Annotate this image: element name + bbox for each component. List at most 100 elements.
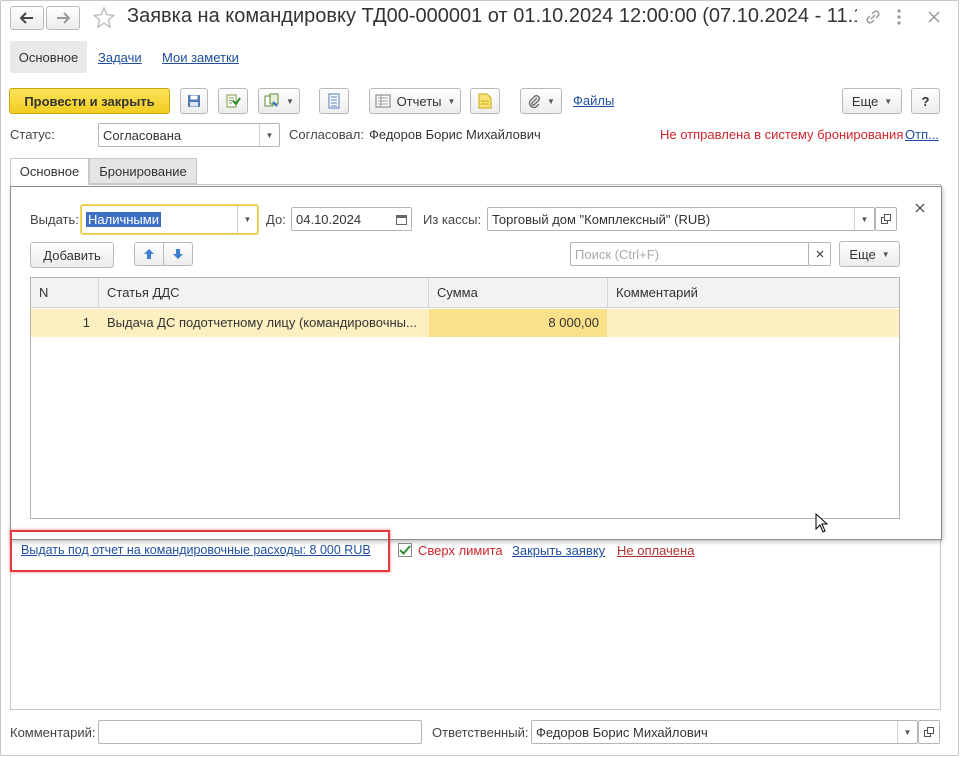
booking-send-link[interactable]: Отп... (905, 127, 939, 142)
add-row-label: Добавить (43, 247, 101, 263)
list-icon (328, 93, 340, 109)
paperclip-icon (528, 95, 540, 108)
issue-method-value: Наличными (86, 212, 161, 227)
booking-warning: Не отправлена в систему бронирования (660, 127, 904, 142)
star-icon[interactable] (92, 6, 116, 30)
files-link[interactable]: Файлы (573, 93, 614, 108)
chevron-down-icon[interactable]: ▼ (237, 206, 257, 233)
cell-sum: 8 000,00 (548, 315, 599, 330)
responsible-label: Ответственный: (432, 725, 529, 740)
save-button[interactable] (180, 88, 208, 114)
arrow-left-icon (20, 12, 33, 24)
over-limit-checkbox[interactable] (398, 543, 412, 557)
post-document-icon (226, 94, 241, 108)
notes-button[interactable] (470, 88, 500, 114)
table-more-label: Еще (849, 246, 876, 262)
move-down-button[interactable] (163, 242, 193, 266)
chevron-down-icon: ▼ (447, 96, 456, 106)
comment-input[interactable] (98, 720, 422, 744)
over-limit-label: Сверх лимита (418, 543, 503, 558)
inner-tab-main-label: Основное (19, 164, 80, 179)
close-request-link[interactable]: Закрыть заявку (512, 543, 605, 558)
attach-button[interactable]: ▼ (520, 88, 562, 114)
more-vertical-icon[interactable] (896, 8, 902, 26)
issue-advance-link[interactable]: Выдать под отчет на командировочные расх… (21, 543, 371, 557)
approved-value: Федоров Борис Михайлович (369, 127, 541, 142)
post-button[interactable] (218, 88, 248, 114)
mouse-cursor-icon (815, 513, 829, 533)
close-icon[interactable] (928, 11, 940, 23)
arrow-up-icon (144, 249, 154, 259)
reports-label: Отчеты (396, 93, 442, 109)
calendar-icon[interactable] (391, 208, 411, 230)
forward-button[interactable] (46, 6, 80, 30)
search-input[interactable]: Поиск (Ctrl+F) (570, 242, 809, 266)
chevron-down-icon[interactable]: ▼ (854, 208, 874, 230)
cell-article: Выдача ДС подотчетному лицу (командирово… (107, 315, 417, 330)
responsible-value: Федоров Борис Михайлович (536, 724, 708, 740)
col-header-comment[interactable]: Комментарий (616, 285, 698, 300)
until-label: До: (266, 212, 286, 227)
status-select[interactable]: Согласована ▼ (98, 123, 280, 147)
post-and-close-button[interactable]: Провести и закрыть (9, 88, 170, 114)
post-and-close-label: Провести и закрыть (24, 93, 155, 109)
chevron-down-icon: ▼ (884, 96, 893, 106)
approved-label: Согласовал: (289, 127, 364, 142)
create-based-on-button[interactable]: ▼ (258, 88, 300, 114)
open-form-icon (881, 214, 891, 224)
search-placeholder: Поиск (Ctrl+F) (575, 246, 660, 262)
cash-desk-select[interactable]: Торговый дом "Комплексный" (RUB) ▼ (487, 207, 875, 231)
chevron-down-icon: ▼ (547, 96, 555, 106)
col-header-sum[interactable]: Сумма (437, 285, 478, 300)
comment-label: Комментарий: (10, 725, 96, 740)
issue-label: Выдать: (30, 212, 79, 227)
clear-search-button[interactable] (808, 242, 831, 266)
link-icon[interactable] (865, 9, 881, 25)
tab-main-label: Основное (18, 49, 79, 65)
chevron-down-icon[interactable]: ▼ (897, 721, 917, 743)
more-label: Еще (851, 93, 879, 109)
col-header-article[interactable]: Статья ДДС (107, 285, 180, 300)
report-icon (375, 94, 391, 108)
inner-tab-main[interactable]: Основное (10, 158, 89, 185)
checkmark-icon (399, 545, 411, 555)
chevron-down-icon[interactable]: ▼ (259, 124, 279, 146)
tab-main[interactable]: Основное (10, 41, 87, 73)
open-cash-desk-button[interactable] (875, 207, 897, 231)
tab-tasks[interactable]: Задачи (98, 50, 142, 65)
arrow-right-icon (57, 12, 70, 24)
col-header-n[interactable]: N (39, 285, 48, 300)
window-title: Заявка на командировку ТД00-000001 от 01… (127, 5, 857, 27)
table-header: N Статья ДДС Сумма Комментарий (31, 278, 899, 308)
create-based-icon (264, 93, 279, 107)
table-row[interactable]: 1 Выдача ДС подотчетному лицу (командиро… (31, 309, 899, 337)
help-label: ? (921, 93, 930, 109)
tab-notes[interactable]: Мои заметки (162, 50, 239, 65)
until-date-field[interactable]: 04.10.2024 (291, 207, 412, 231)
close-icon (816, 250, 823, 258)
close-popup-icon[interactable] (915, 203, 925, 213)
more-button[interactable]: Еще ▼ (842, 88, 902, 114)
cash-desk-label: Из кассы: (423, 212, 482, 227)
floppy-icon (188, 95, 200, 107)
open-responsible-button[interactable] (918, 720, 940, 744)
table-more-button[interactable]: Еще ▼ (839, 241, 900, 267)
document-structure-button[interactable] (319, 88, 349, 114)
responsible-select[interactable]: Федоров Борис Михайлович ▼ (531, 720, 918, 744)
until-date-value: 04.10.2024 (296, 211, 362, 227)
chevron-down-icon: ▼ (286, 96, 294, 106)
inner-tab-booking-label: Бронирование (99, 163, 187, 179)
expenses-table: N Статья ДДС Сумма Комментарий 1 Выдача … (30, 277, 900, 519)
note-icon (478, 93, 492, 109)
cash-desk-value: Торговый дом "Комплексный" (RUB) (492, 211, 711, 227)
issue-method-select[interactable]: Наличными ▼ (81, 205, 258, 234)
reports-button[interactable]: Отчеты ▼ (369, 88, 461, 114)
not-paid-link[interactable]: Не оплачена (617, 543, 694, 558)
add-row-button[interactable]: Добавить (30, 242, 114, 268)
back-button[interactable] (10, 6, 44, 30)
open-form-icon (924, 727, 934, 737)
help-button[interactable]: ? (911, 88, 940, 114)
inner-tab-booking[interactable]: Бронирование (89, 158, 197, 184)
move-up-button[interactable] (134, 242, 164, 266)
status-label: Статус: (10, 127, 55, 142)
